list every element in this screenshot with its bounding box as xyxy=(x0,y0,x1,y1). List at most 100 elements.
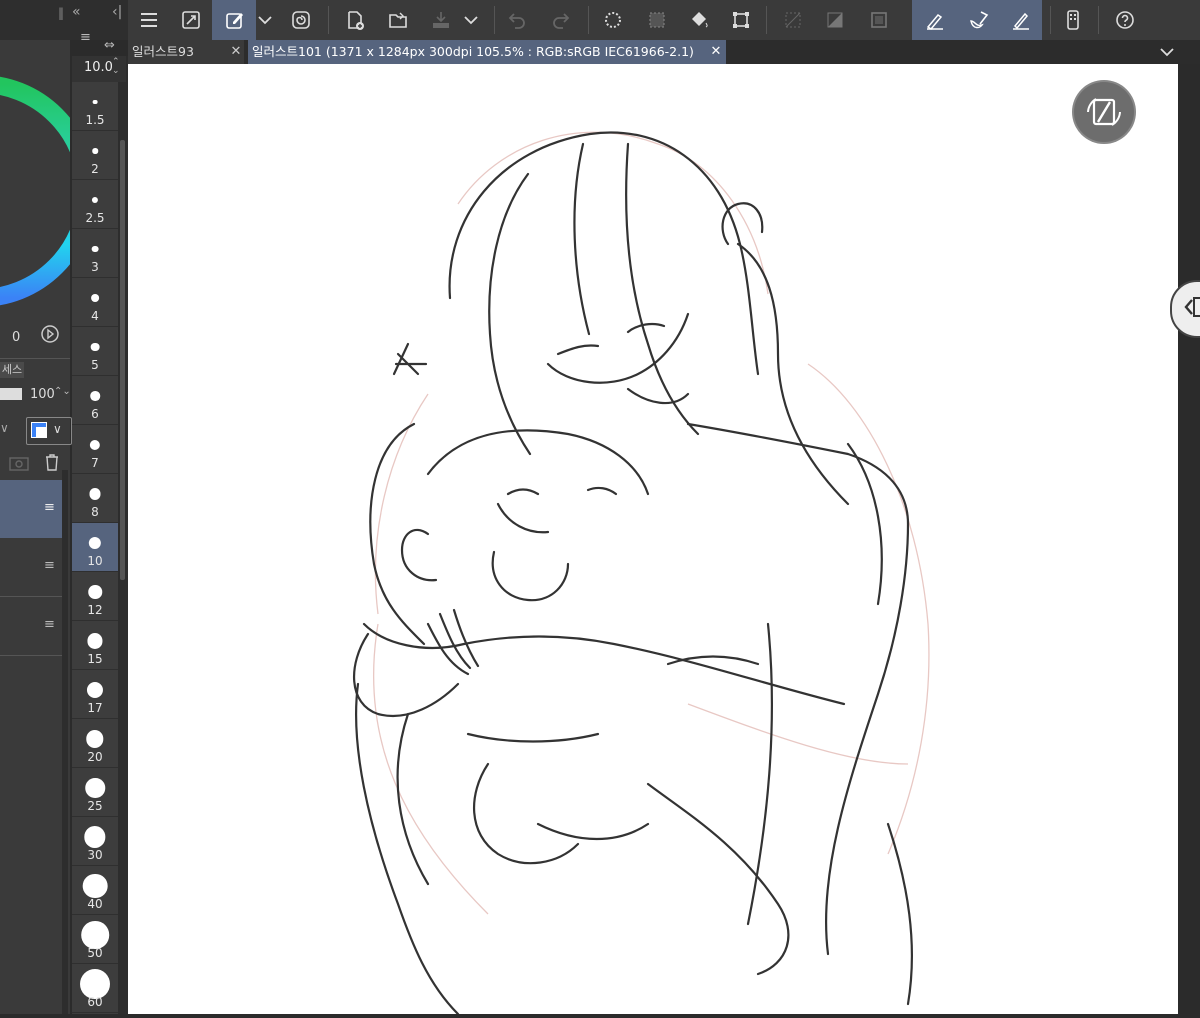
brush-size-option[interactable]: 10 xyxy=(72,523,118,572)
layer-menu-icon[interactable]: ≡ xyxy=(44,558,55,573)
brush-size-dot xyxy=(88,536,102,550)
brush-icon xyxy=(970,11,989,29)
pen-square-icon xyxy=(226,13,243,29)
draw-tool-button[interactable] xyxy=(918,4,952,36)
collapse-panel-icon[interactable]: ‹| xyxy=(112,4,122,20)
color-mode-dropdown[interactable]: ∨ xyxy=(26,417,72,445)
clear-button[interactable] xyxy=(776,4,810,36)
brush-size-label: 5 xyxy=(91,358,99,372)
brush-size-option[interactable]: 17 xyxy=(72,670,118,719)
select-all-button[interactable] xyxy=(596,4,630,36)
transform-button[interactable] xyxy=(724,4,758,36)
brush-size-option[interactable]: 6 xyxy=(72,376,118,425)
color-wheel[interactable] xyxy=(0,70,70,330)
transform-icon xyxy=(733,12,749,28)
brush-size-option[interactable]: 12 xyxy=(72,572,118,621)
tab-document-active[interactable]: 일러스트101 (1371 x 1284px 300dpi 105.5% : R… xyxy=(248,40,710,64)
layer-row-selected[interactable]: ≡ xyxy=(0,480,62,538)
play-circle-icon[interactable] xyxy=(40,323,60,345)
brush-size-label: 4 xyxy=(91,309,99,323)
brush-size-scroll-thumb[interactable] xyxy=(120,140,125,580)
layer-menu-icon[interactable]: ≡ xyxy=(44,617,55,632)
stepper-icon[interactable]: ⌃⌄ xyxy=(54,386,71,397)
brush-size-option[interactable]: 4 xyxy=(72,278,118,327)
layer-menu-icon[interactable]: ≡ xyxy=(44,500,55,515)
clear-outside-button[interactable] xyxy=(818,4,852,36)
undo-button[interactable] xyxy=(500,4,534,36)
opacity-slider[interactable] xyxy=(0,388,22,400)
eraser-tool-button[interactable] xyxy=(1004,4,1038,36)
trash-icon[interactable] xyxy=(42,452,62,472)
save-dropdown[interactable] xyxy=(458,4,484,36)
layer-row[interactable]: ≡ xyxy=(0,538,62,597)
brush-size-dot xyxy=(86,730,104,748)
save-button[interactable] xyxy=(424,4,458,36)
new-file-icon xyxy=(348,11,364,30)
brush-size-option[interactable]: 1.5 xyxy=(72,82,118,131)
drawing-canvas[interactable] xyxy=(128,64,1178,1016)
tab-close-button[interactable]: ✕ xyxy=(706,40,726,64)
edit-mode-button[interactable] xyxy=(218,4,252,36)
undo-icon xyxy=(508,13,525,29)
save-icon xyxy=(433,12,449,28)
collapse-left-icon[interactable]: « xyxy=(72,4,81,20)
chevron-down-icon[interactable]: ∨ xyxy=(0,421,9,435)
menu-button[interactable] xyxy=(132,4,166,36)
section-tab[interactable]: 세스 xyxy=(0,362,24,378)
brush-tool-button[interactable] xyxy=(962,4,996,36)
deselect-button[interactable] xyxy=(640,4,674,36)
tab-close-button[interactable]: ✕ xyxy=(228,40,244,64)
brush-size-label: 2.5 xyxy=(85,211,105,225)
brush-size-option[interactable]: 3 xyxy=(72,229,118,278)
camera-icon[interactable] xyxy=(8,453,30,471)
bucket-icon xyxy=(692,12,708,28)
stepper-icon[interactable]: ⌃⌄ xyxy=(112,58,120,76)
brush-size-option[interactable]: 2.5 xyxy=(72,180,118,229)
brush-size-option[interactable]: 2 xyxy=(72,131,118,180)
half-fill-icon xyxy=(827,12,843,28)
brush-size-option[interactable]: 60 xyxy=(72,964,118,1013)
redo-button[interactable] xyxy=(544,4,578,36)
brush-size-dot xyxy=(90,391,100,401)
brush-size-option[interactable]: 40 xyxy=(72,866,118,915)
brush-size-dot xyxy=(91,196,99,204)
brush-size-label: 1.5 xyxy=(85,113,105,127)
brush-size-option[interactable]: 30 xyxy=(72,817,118,866)
edit-mode-dropdown[interactable] xyxy=(252,4,278,36)
open-file-button[interactable] xyxy=(382,4,416,36)
crop-button[interactable] xyxy=(862,4,896,36)
brush-size-option[interactable]: 20 xyxy=(72,719,118,768)
brush-size-input[interactable]: 10.0 ⌃ ⌄ xyxy=(72,56,126,82)
rotate-reset-button[interactable] xyxy=(1074,82,1134,142)
brush-size-label: 17 xyxy=(87,701,103,715)
chevron-down-icon[interactable] xyxy=(1158,44,1176,60)
brush-size-label: 40 xyxy=(87,897,103,911)
smartphone-icon xyxy=(1067,10,1079,30)
chevron-down-icon xyxy=(258,16,272,25)
link-icon[interactable]: ⇔ xyxy=(104,38,115,53)
brush-size-option[interactable]: 5 xyxy=(72,327,118,376)
fullscreen-button[interactable] xyxy=(174,4,208,36)
help-button[interactable] xyxy=(1108,4,1142,36)
brush-size-option[interactable]: 50 xyxy=(72,915,118,964)
brush-size-dot xyxy=(82,873,108,899)
layer-row[interactable]: ≡ xyxy=(0,597,62,656)
dotted-square-icon xyxy=(649,12,665,28)
clear-icon xyxy=(785,12,801,28)
fill-button[interactable] xyxy=(682,4,716,36)
brush-size-option[interactable]: 7 xyxy=(72,425,118,474)
brush-size-option[interactable]: 25 xyxy=(72,768,118,817)
brush-size-option[interactable]: 8 xyxy=(72,474,118,523)
panel-menu-icon[interactable]: ≡ xyxy=(80,30,91,45)
companion-button[interactable] xyxy=(284,4,318,36)
pen-tilt-icon xyxy=(1013,12,1029,30)
rotate-reset-icon xyxy=(1087,98,1121,126)
layer-scrollbar[interactable] xyxy=(62,470,68,1014)
grip-icon[interactable]: ‖ xyxy=(58,6,64,20)
smartphone-button[interactable] xyxy=(1056,4,1090,36)
brush-size-option[interactable]: 15 xyxy=(72,621,118,670)
brush-size-dot xyxy=(81,921,109,949)
brush-size-dot xyxy=(90,342,100,352)
new-file-button[interactable] xyxy=(338,4,372,36)
tab-document[interactable]: 일러스트93 xyxy=(128,40,232,64)
